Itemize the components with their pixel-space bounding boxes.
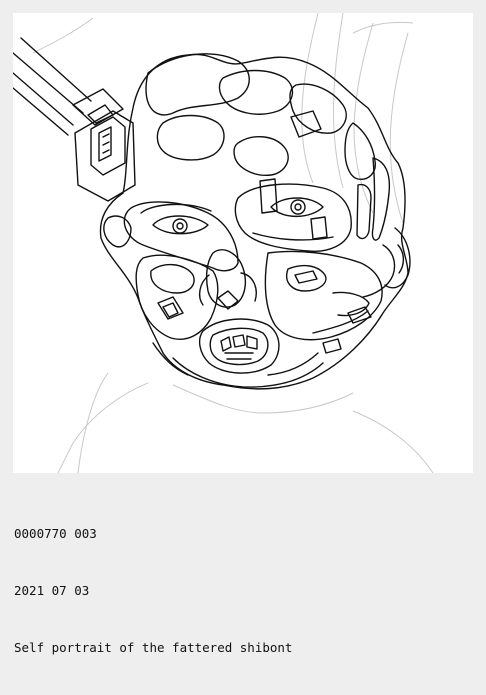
date-label: 2021 07 03 [14, 583, 90, 598]
caption-block: 0000770 003 2021 07 03 Self portrait of … [14, 486, 292, 695]
cable-4 [13, 87, 69, 136]
print-frame: 0000770 003 2021 07 03 Self portrait of … [0, 0, 486, 655]
left-cheek [135, 254, 219, 340]
artwork-canvas [13, 13, 473, 473]
portrait-lines [13, 37, 411, 390]
side-module [74, 110, 136, 202]
nose [205, 249, 247, 308]
artwork-title: Self portrait of the fattered shibont [14, 640, 293, 655]
right-iris [290, 199, 306, 215]
cable-3 [13, 72, 74, 126]
right-cheek [264, 250, 383, 341]
faint-background-lines [32, 13, 434, 473]
catalog-id: 0000770 003 [14, 526, 97, 541]
line-drawing-portrait [13, 13, 434, 473]
left-iris [172, 218, 188, 234]
right-eye-socket [234, 183, 352, 252]
